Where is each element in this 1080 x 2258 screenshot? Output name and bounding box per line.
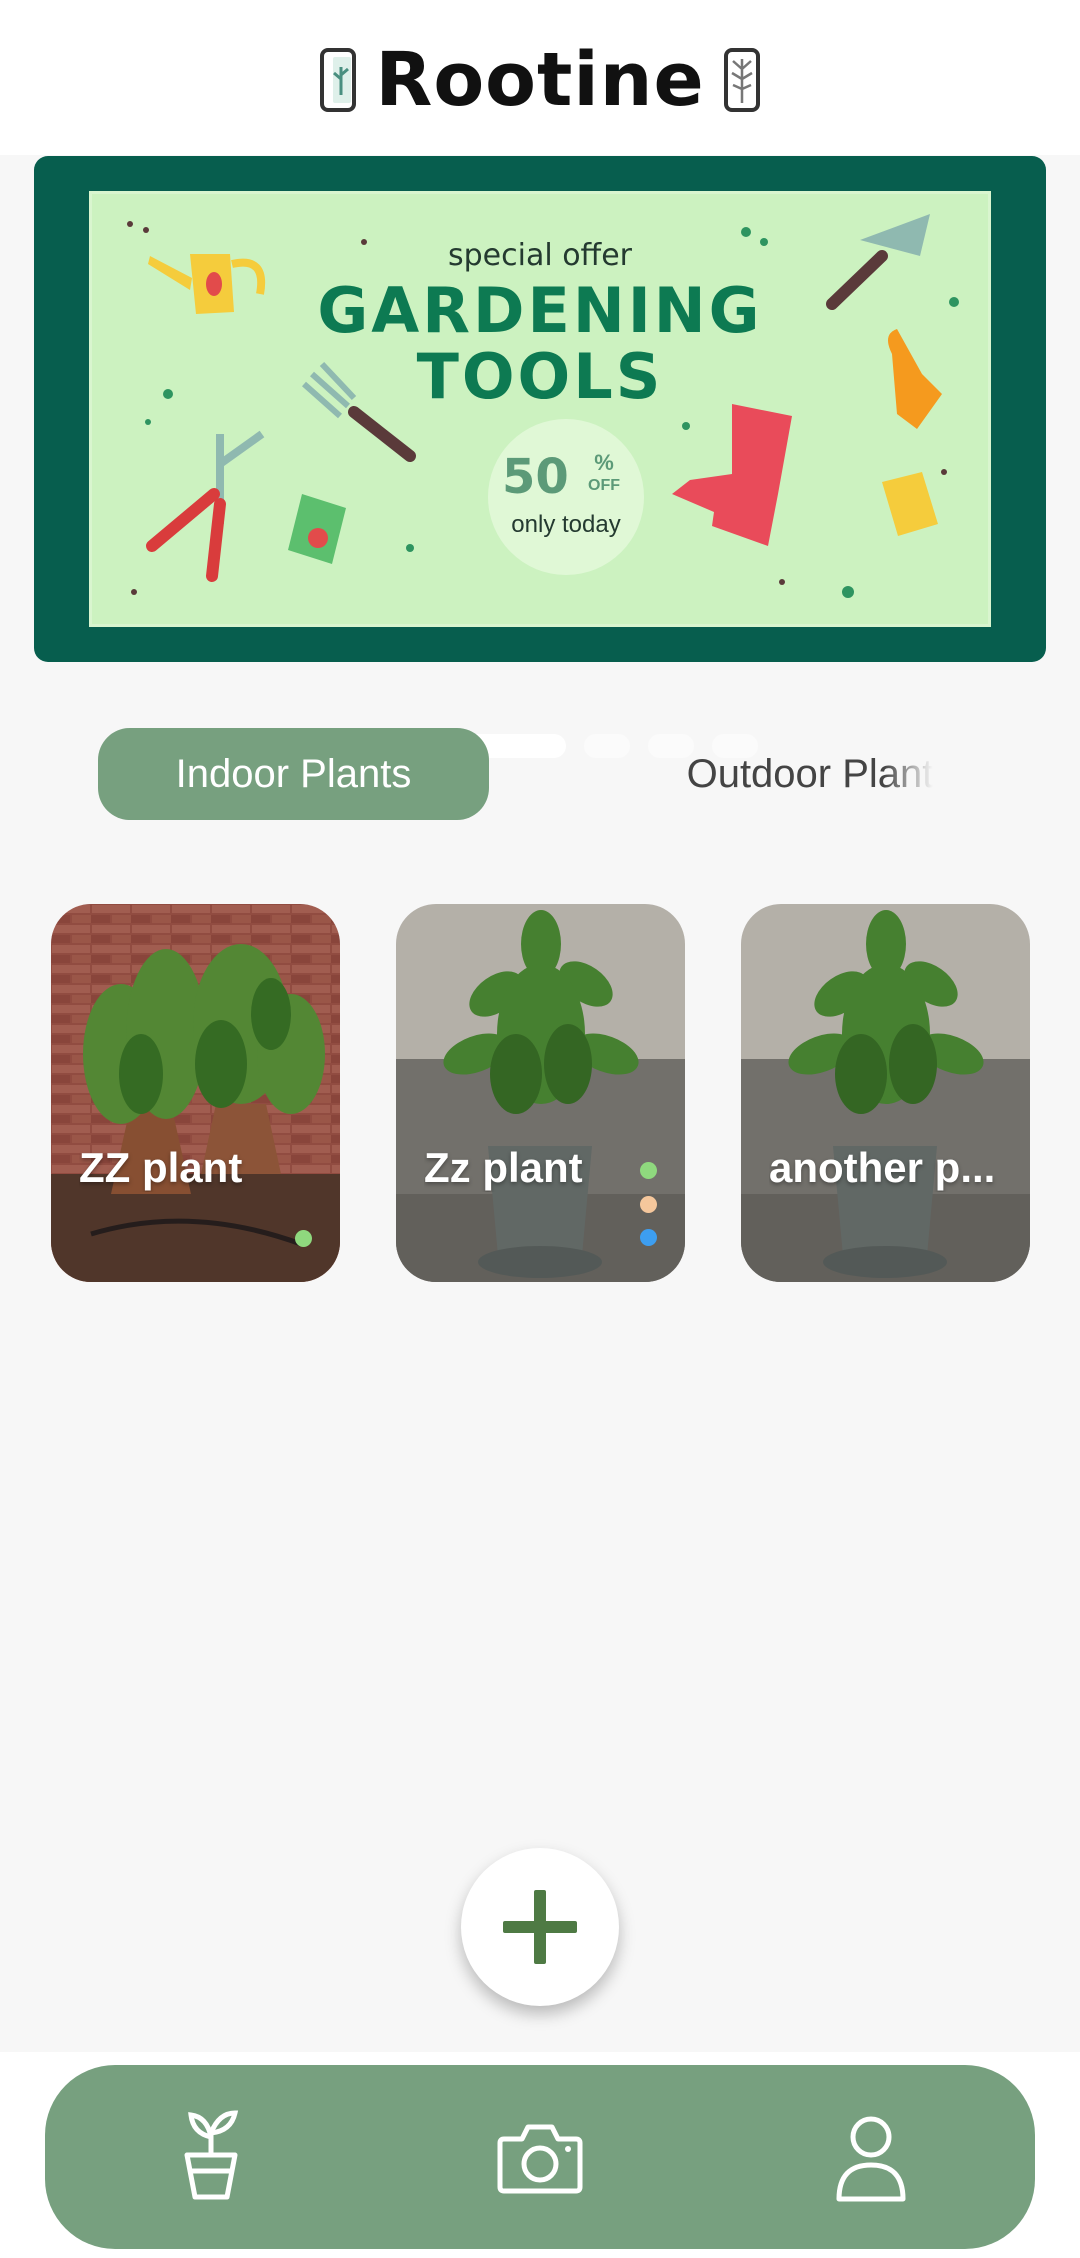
app-title: Rootine [375,37,705,123]
tree-card-icon [723,48,760,112]
plant-photo [51,904,340,1282]
status-dot [295,1230,312,1247]
plant-card[interactable]: another p... [741,904,1030,1282]
app-header: Rootine [0,0,1080,155]
nav-camera-button[interactable] [490,2107,590,2207]
camera-icon [497,2124,583,2194]
plant-photo [741,904,1030,1282]
status-dot [640,1196,657,1213]
discount-badge: 50 % OFF only today [488,419,644,575]
plant-card[interactable]: ZZ plant [51,904,340,1282]
discount-off: OFF [588,477,620,494]
plant-pot-icon [184,2110,239,2200]
promo-banner-image: special offer GARDENING TOOLS 50 % OFF o… [89,191,991,627]
banner-title-line1: GARDENING [317,274,763,347]
envelope-icon [882,472,938,536]
plant-photo [396,904,685,1282]
discount-unit: % OFF [588,450,620,496]
plant-name: Zz plant [424,1144,583,1191]
status-dot [640,1229,657,1246]
bottom-nav [45,2065,1035,2249]
nav-profile-button[interactable] [821,2107,921,2207]
plant-name: ZZ plant [79,1144,243,1191]
discount-percent: % [594,450,614,475]
banner-subtitle: special offer [447,238,633,273]
banner-title-line2: TOOLS [416,340,664,413]
discount-note: only today [511,511,621,538]
plant-category-tabs: Indoor Plants Outdoor Plant [0,728,1080,820]
banner-title: GARDENING TOOLS [92,278,988,410]
user-icon [836,2116,906,2202]
discount-value: 50 [502,449,569,505]
tab-indoor-plants[interactable]: Indoor Plants [98,728,489,820]
leaf-card-icon [320,48,357,112]
status-dot [640,1162,657,1179]
plant-card[interactable]: Zz plant [396,904,685,1282]
boot-icon [672,404,792,546]
promo-banner[interactable]: special offer GARDENING TOOLS 50 % OFF o… [34,156,1046,758]
plus-icon [503,1890,577,1964]
app-logo: Rootine [0,36,1080,124]
plant-name: another p... [769,1144,996,1191]
tab-outdoor-plants[interactable]: Outdoor Plant [600,728,1020,820]
add-plant-button[interactable] [461,1848,619,2006]
shears-icon [146,430,265,582]
tab-outdoor-plants-label: Outdoor Plant [686,752,934,796]
nav-plants-button[interactable] [161,2107,261,2207]
